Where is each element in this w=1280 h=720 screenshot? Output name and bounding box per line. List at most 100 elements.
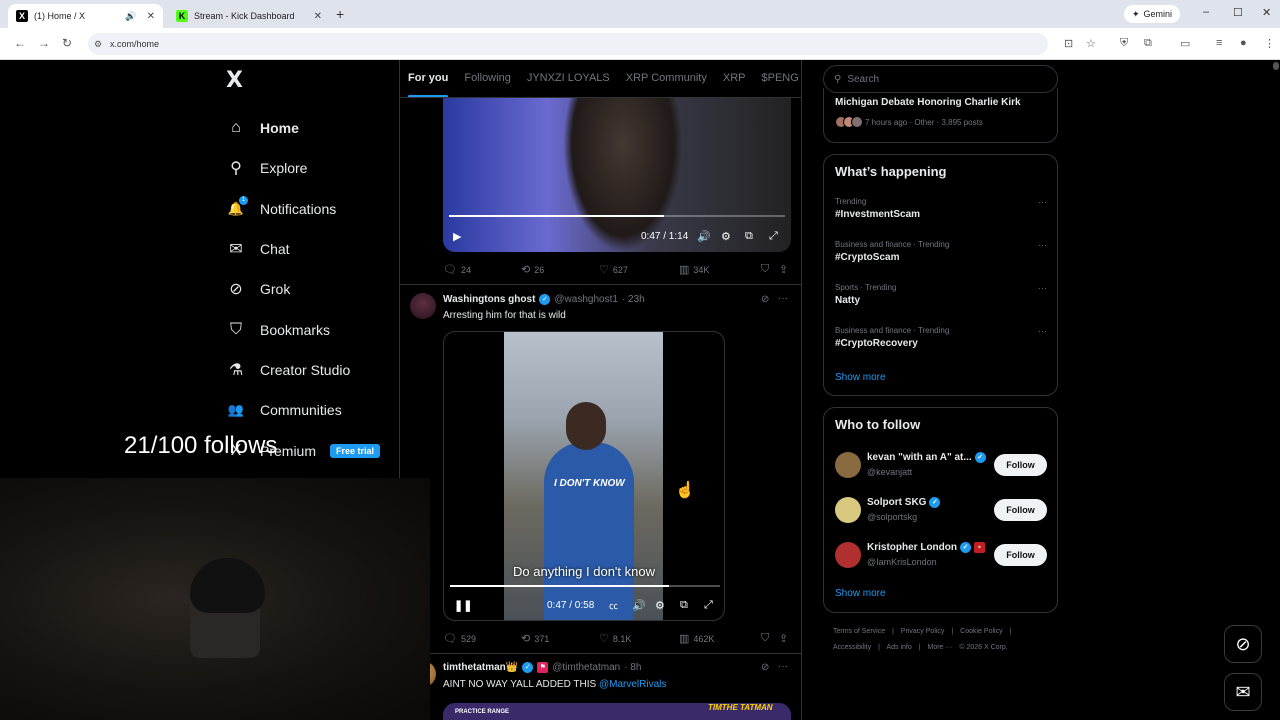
footer-link-terms[interactable]: Terms of Service <box>833 628 885 635</box>
profile-avatar-icon[interactable]: ● <box>1240 37 1247 49</box>
follow-button[interactable]: Follow <box>994 499 1047 521</box>
repost-button[interactable]: ⟲ 26 <box>521 263 599 276</box>
trend-item[interactable]: Trending #InvestmentScam ··· <box>835 197 1047 220</box>
tab-xrp-community[interactable]: XRP Community <box>618 60 715 97</box>
follow-suggestion[interactable]: Kristopher London ✓ ▪ @IamKrisLondon Follo… <box>835 540 1047 574</box>
tab-peng[interactable]: $PENG <box>753 60 801 97</box>
like-button[interactable]: ♡ 627 <box>599 263 679 276</box>
repost-button[interactable]: ⟲ 371 <box>521 632 599 645</box>
top-story-card[interactable]: Michigan Debate Honoring Charlie Kirk 7 … <box>823 88 1058 143</box>
video-progress-bar[interactable] <box>449 215 785 217</box>
sidebar-item-creator-studio[interactable]: ⚗ Creator Studio <box>226 350 380 390</box>
sidebar-item-chat[interactable]: ✉ Chat <box>226 229 380 269</box>
avatar[interactable] <box>410 293 436 319</box>
browser-tab-kick[interactable]: K Stream - Kick Dashboard ✕ <box>168 4 330 28</box>
post-video-player[interactable]: I DON'T KNOW Do anything I don't know ❚❚… <box>443 331 725 621</box>
tab-following[interactable]: Following <box>456 60 518 97</box>
video-progress-bar[interactable] <box>450 585 720 587</box>
pip-icon[interactable]: ⧉ <box>745 230 753 243</box>
footer-link-more[interactable]: More ··· <box>928 644 953 651</box>
follow-button[interactable]: Follow <box>994 454 1047 476</box>
settings-gear-icon[interactable]: ⚙ <box>721 230 731 243</box>
sidebar-item-communities[interactable]: 👥 Communities <box>226 390 380 430</box>
pip-icon[interactable]: ⧉ <box>680 599 688 612</box>
views-button[interactable]: ▥ 34K <box>679 263 761 276</box>
post-time[interactable]: · 23h <box>622 294 645 305</box>
follow-suggestion[interactable]: Solport SKG ✓ @solportskg Follow <box>835 495 1047 529</box>
like-button[interactable]: ♡ 8.1K <box>599 632 679 645</box>
play-icon[interactable]: ▶ <box>453 230 461 243</box>
sidebar-item-notifications[interactable]: 🔔 1 Notifications <box>226 189 380 229</box>
new-tab-button[interactable]: + <box>336 6 344 22</box>
free-trial-badge[interactable]: Free trial <box>330 443 381 458</box>
page-scrollbar[interactable] <box>1273 62 1279 670</box>
footer-link-privacy[interactable]: Privacy Policy <box>901 628 945 635</box>
author-handle[interactable]: @washghost1 <box>554 294 618 305</box>
more-options-icon[interactable]: ··· <box>778 293 788 304</box>
sidebar-item-grok[interactable]: ⊘ Grok <box>226 269 380 309</box>
menu-kebab-icon[interactable]: ⋮ <box>1264 37 1275 50</box>
star-icon[interactable]: ☆ <box>1086 37 1096 50</box>
show-more-link[interactable]: Show more <box>835 372 886 383</box>
tab-for-you[interactable]: For you <box>400 60 456 97</box>
footer-link-accessibility[interactable]: Accessibility <box>833 644 871 651</box>
extensions-icon[interactable]: ⧉ <box>1144 37 1152 50</box>
bookmark-button[interactable]: ⛉ <box>761 263 779 276</box>
follow-suggestion[interactable]: kevan "with an A" at... ✓ @kevanjatt Foll… <box>835 450 1047 484</box>
volume-icon[interactable]: 🔊 <box>632 599 646 612</box>
trend-item[interactable]: Business and finance · Trending #CryptoR… <box>835 326 1047 349</box>
sidepanel-icon[interactable]: ▭ <box>1180 37 1190 50</box>
share-button[interactable]: ⇪ <box>779 263 788 276</box>
post-video-player[interactable]: ▶ 0:47 / 1:14 🔊 ⚙ ⧉ ⤢ <box>443 98 791 252</box>
more-options-icon[interactable]: ··· <box>1038 197 1047 207</box>
more-options-icon[interactable]: ··· <box>1038 240 1047 250</box>
gemini-button[interactable]: ✦ Gemini <box>1124 5 1181 23</box>
post-time[interactable]: · 8h <box>624 662 641 673</box>
avatar[interactable] <box>835 542 861 568</box>
site-info-icon[interactable]: ⚙ <box>94 33 102 55</box>
forward-arrow-icon[interactable]: → <box>38 36 50 50</box>
mention-link[interactable]: @MarvelRivals <box>599 679 666 690</box>
shield-extension-icon[interactable]: ⛨ <box>1120 37 1128 50</box>
pause-icon[interactable]: ❚❚ <box>454 599 472 612</box>
author-handle[interactable]: @timthetatman <box>552 662 620 673</box>
messages-float-button[interactable]: ✉ <box>1224 673 1262 711</box>
follow-button[interactable]: Follow <box>994 544 1047 566</box>
grok-float-button[interactable]: ⊘ <box>1224 625 1262 663</box>
bookmark-button[interactable]: ⛉ <box>761 632 779 645</box>
fullscreen-icon[interactable]: ⤢ <box>769 230 778 243</box>
settings-gear-icon[interactable]: ⚙ <box>655 599 665 612</box>
media-icon[interactable]: ≡ <box>1216 37 1222 49</box>
install-app-icon[interactable]: ⊡ <box>1064 37 1073 50</box>
reload-icon[interactable]: ↻ <box>62 36 72 50</box>
maximize-button[interactable]: ☐ <box>1233 6 1243 19</box>
close-window-button[interactable]: ✕ <box>1262 6 1271 19</box>
sidebar-item-home[interactable]: ⌂ Home <box>226 108 380 148</box>
close-tab-icon[interactable]: ✕ <box>314 11 322 22</box>
more-options-icon[interactable]: ··· <box>1038 326 1047 336</box>
tab-xrp[interactable]: XRP <box>715 60 754 97</box>
more-options-icon[interactable]: ··· <box>1038 283 1047 293</box>
browser-tab-x-home[interactable]: X (1) Home / X 🔊 ✕ <box>8 4 163 28</box>
x-logo[interactable]: X <box>226 68 243 93</box>
avatar[interactable] <box>835 452 861 478</box>
url-field[interactable]: ⚙ x.com/home <box>88 33 1048 55</box>
trend-item[interactable]: Sports · Trending Natty ··· <box>835 283 1047 306</box>
grok-icon[interactable]: ⊘ <box>761 662 769 673</box>
author-name[interactable]: timthetatman👑 <box>443 662 518 673</box>
volume-icon[interactable]: 🔊 <box>697 230 711 243</box>
post-video-player[interactable]: PRACTICE RANGE TIMTHE TATMAN <box>443 703 791 720</box>
more-options-icon[interactable]: ··· <box>778 661 788 672</box>
views-button[interactable]: ▥ 462K <box>679 632 761 645</box>
scrollbar-thumb[interactable] <box>1273 62 1279 70</box>
fullscreen-icon[interactable]: ⤢ <box>704 599 713 612</box>
minimize-button[interactable]: – <box>1203 6 1209 18</box>
show-more-link[interactable]: Show more <box>835 588 886 599</box>
trend-item[interactable]: Business and finance · Trending #CryptoS… <box>835 240 1047 263</box>
sidebar-item-explore[interactable]: ⚲ Explore <box>226 148 380 188</box>
tab-jynxzi-loyals[interactable]: JYNXZI LOYALS <box>519 60 618 97</box>
reply-button[interactable]: 🗨 24 <box>443 263 521 276</box>
footer-link-ads-info[interactable]: Ads info <box>886 644 911 651</box>
sidebar-item-bookmarks[interactable]: ⛉ Bookmarks <box>226 309 380 349</box>
close-tab-icon[interactable]: ✕ <box>147 11 155 22</box>
